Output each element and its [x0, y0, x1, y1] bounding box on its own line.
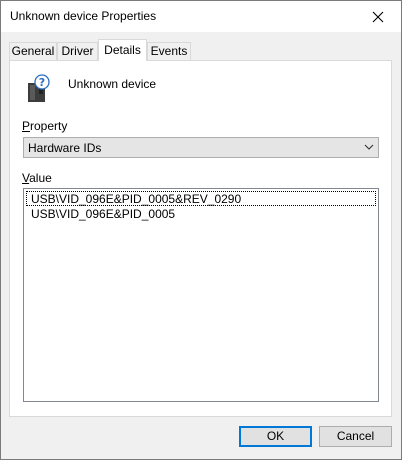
cancel-button[interactable]: Cancel [319, 426, 392, 447]
tab-driver[interactable]: Driver [57, 42, 98, 60]
close-icon [372, 11, 384, 22]
unknown-usb-device-icon: ? [28, 74, 50, 102]
list-item[interactable]: USB\VID_096E&PID_0005&REV_0290 [26, 191, 376, 206]
window-title: Unknown device Properties [10, 9, 157, 23]
tab-details[interactable]: Details [98, 39, 147, 61]
property-label-text: roperty [30, 119, 68, 133]
chevron-down-icon [364, 144, 374, 150]
ok-button[interactable]: OK [239, 426, 312, 447]
property-label-accesskey: P [22, 119, 31, 133]
tab-events[interactable]: Events [147, 42, 191, 60]
close-button[interactable] [355, 1, 401, 32]
list-item[interactable]: USB\VID_096E&PID_0005 [26, 207, 376, 222]
property-selected-value: Hardware IDs [28, 141, 102, 155]
property-dropdown[interactable]: Hardware IDs [23, 137, 379, 158]
property-label: Property [22, 119, 67, 133]
properties-dialog: Unknown device Properties General Driver… [0, 0, 402, 460]
svg-text:?: ? [39, 76, 45, 89]
device-name: Unknown device [68, 77, 157, 91]
tab-general[interactable]: General [9, 42, 57, 60]
title-bar: Unknown device Properties [1, 1, 401, 32]
value-list[interactable]: USB\VID_096E&PID_0005&REV_0290 USB\VID_0… [23, 188, 379, 402]
value-label: Value [22, 171, 52, 185]
details-panel: ? Unknown device Property Hardware IDs V… [9, 60, 392, 417]
value-label-text: alue [29, 171, 52, 185]
